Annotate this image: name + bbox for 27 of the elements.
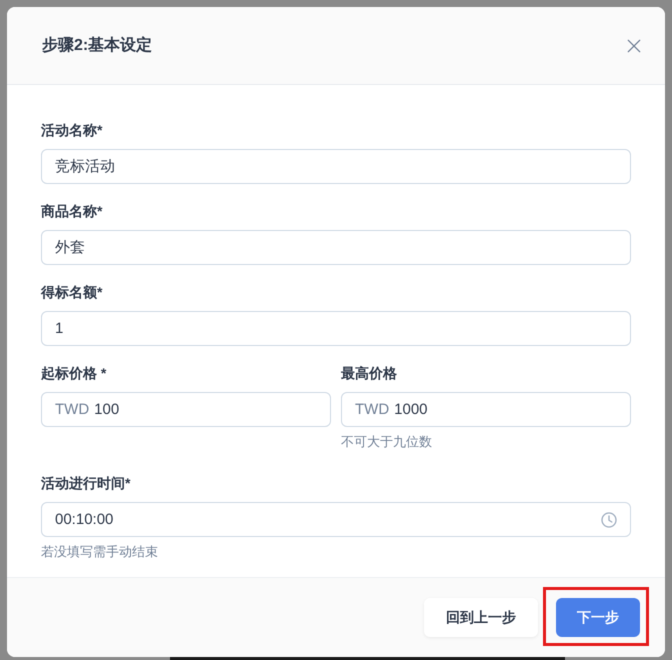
close-icon[interactable]	[627, 38, 641, 52]
dialog-title: 步骤2:基本设定	[42, 35, 152, 56]
input-field[interactable]: 00:10:00	[41, 502, 631, 537]
field-value: 100	[94, 401, 120, 418]
next-button[interactable]: 下一步	[556, 598, 640, 637]
currency-prefix: TWD	[55, 401, 90, 418]
field-hint: 不可大于九位数	[341, 433, 432, 450]
field-value: 竞标活动	[55, 157, 115, 176]
input-field[interactable]: TWD 100	[41, 392, 331, 427]
field-label: 得标名额*	[41, 283, 102, 302]
input-field[interactable]: TWD 1000	[341, 392, 631, 427]
field-value: 1000	[394, 401, 428, 418]
field-label: 起标价格 *	[41, 364, 106, 383]
field-hint: 若没填写需手动结束	[41, 543, 158, 560]
field-value: 1	[55, 320, 64, 337]
back-button[interactable]: 回到上一步	[424, 598, 538, 637]
input-field[interactable]: 外套	[41, 230, 631, 265]
currency-prefix: TWD	[355, 401, 390, 418]
field-value: 00:10:00	[55, 511, 114, 528]
input-field[interactable]: 竞标活动	[41, 149, 631, 184]
field-label: 最高价格	[341, 364, 397, 383]
field-label: 活动名称*	[41, 121, 102, 140]
field-label: 活动进行时间*	[41, 474, 130, 493]
field-value: 外套	[55, 238, 85, 257]
input-field[interactable]: 1	[41, 311, 631, 346]
clock-icon[interactable]	[601, 512, 617, 528]
field-label: 商品名称*	[41, 202, 102, 221]
